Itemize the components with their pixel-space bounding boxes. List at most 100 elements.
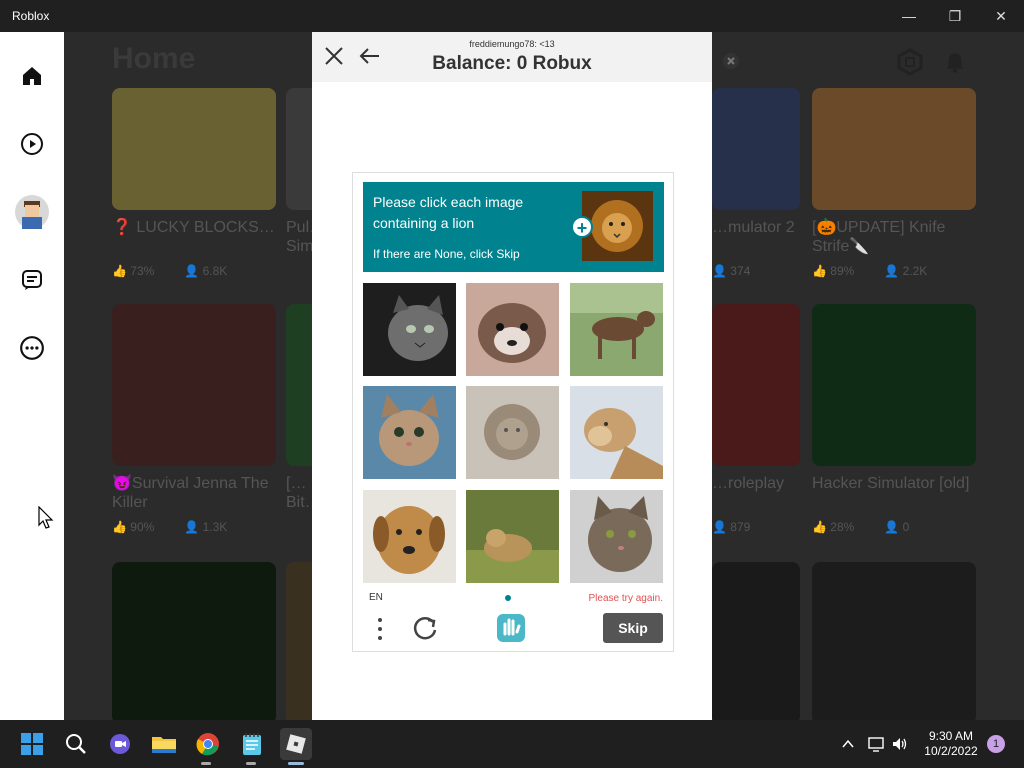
game-rating: 👍 28% [812,520,855,534]
robux-icon[interactable] [896,48,924,81]
game-card[interactable] [812,562,976,720]
captcha-tile-dog[interactable] [363,490,456,583]
close-button[interactable]: ✕ [978,0,1024,32]
chat-icon[interactable] [14,262,50,298]
game-thumbnail [112,562,276,720]
game-players: 👤 0 [884,520,910,534]
left-nav [0,32,64,720]
game-thumbnail [112,88,276,210]
add-icon[interactable]: + [571,216,593,238]
game-players: 👤 2.2K [884,264,928,278]
captcha-tile-lion-cub[interactable] [466,490,559,583]
game-rating: 👍 73% [112,264,155,278]
play-icon[interactable] [14,126,50,162]
captcha-tile-cat[interactable] [570,490,663,583]
running-indicator [201,762,211,765]
roblox-icon[interactable] [280,728,312,760]
game-card[interactable]: …mulator 2 👤 374 [712,88,800,278]
game-rating: 👍 89% [812,264,855,278]
game-players: 👤 879 [712,520,751,534]
game-title: Hacker Simulator [old] [812,475,970,492]
captcha-image-grid [363,283,664,583]
captcha-tile-puppy[interactable] [466,283,559,376]
game-title: [… Bit… [286,475,312,511]
volume-icon[interactable] [884,728,916,760]
clock[interactable]: 9:30 AM 10/2/2022 [918,729,984,759]
captcha-widget: Please click each image containing a lio… [352,172,674,652]
more-icon[interactable] [14,330,50,366]
game-thumbnail [712,304,800,466]
game-card[interactable]: …roleplay 👤 879 [712,304,800,534]
maximize-button[interactable]: ❐ [932,0,978,32]
game-card[interactable]: [… Bit… [286,304,312,512]
progress-dot [505,595,511,601]
avatar-icon[interactable] [14,194,50,230]
minimize-button[interactable]: — [886,0,932,32]
captcha-tile-kitten[interactable] [363,386,456,479]
game-card[interactable]: Hacker Simulator [old] 👍 28% 👤 0 [812,304,976,534]
game-title: [🎃UPDATE] Knife Strife🔪 [812,219,946,255]
running-indicator [246,762,256,765]
home-icon[interactable] [14,58,50,94]
game-thumbnail [286,304,312,466]
game-thumbnail [712,562,800,720]
game-title: …mulator 2 [712,219,795,236]
running-indicator [288,762,304,765]
hcaptcha-logo-icon [497,614,525,642]
clock-time: 9:30 AM [928,729,974,743]
purchase-modal: freddiemungo78: <13 Balance: 0 Robux Ple… [312,32,712,720]
search-icon[interactable] [60,728,92,760]
taskbar: 9:30 AM 10/2/2022 1 [0,720,1024,768]
chrome-icon[interactable] [192,728,224,760]
captcha-tile-dog[interactable] [570,283,663,376]
game-thumbnail [812,304,976,466]
mouse-cursor-icon [38,506,54,529]
notification-bell-icon[interactable] [942,48,968,79]
game-card[interactable]: [🎃UPDATE] Knife Strife🔪 👍 89% 👤 2.2K [812,88,976,278]
clock-date: 10/2/2022 [924,744,978,758]
captcha-prompt: Please click each image containing a lio… [373,194,524,231]
title-bar: Roblox — ❐ ✕ [0,0,1024,32]
game-card[interactable] [286,562,312,720]
username-label: freddiemungo78: <13 [469,39,555,49]
captcha-tile-lioness[interactable] [570,386,663,479]
game-title: 😈Survival Jenna The Killer [112,475,269,511]
game-thumbnail [812,88,976,210]
language-selector[interactable]: EN [369,592,383,603]
captcha-tile-lion[interactable] [466,386,559,479]
game-thumbnail [812,562,976,720]
game-thumbnail [286,88,312,210]
captcha-banner: Please click each image containing a lio… [363,182,664,272]
game-card[interactable]: 😈Survival Jenna The Killer 👍 90% 👤 1.3K [112,304,276,534]
game-thumbnail [112,304,276,466]
game-title: ❓ LUCKY BLOCKS… [112,219,275,236]
game-thumbnail [286,562,312,720]
file-explorer-icon[interactable] [148,728,180,760]
skip-button[interactable]: Skip [603,613,663,643]
game-rating: 👍 90% [112,520,155,534]
game-card[interactable] [712,562,800,720]
game-players: 👤 1.3K [184,520,228,534]
balance-label: Balance: 0 Robux [432,53,592,74]
game-card[interactable] [112,562,276,720]
page-title: Home [112,42,196,75]
game-card[interactable]: ❓ LUCKY BLOCKS… 👍 73% 👤 6.8K [112,88,276,278]
error-message: Please try again. [588,593,664,604]
game-title: Pul… Sim… [286,219,312,255]
captcha-instruction: If there are None, click Skip [373,247,520,261]
game-title: …roleplay [712,475,785,492]
teams-icon[interactable] [104,728,136,760]
game-thumbnail [712,88,800,210]
notification-badge[interactable]: 1 [987,735,1005,753]
menu-icon[interactable] [373,616,387,642]
clear-search-icon[interactable] [722,52,740,75]
modal-header: freddiemungo78: <13 Balance: 0 Robux [312,32,712,82]
notepad-icon[interactable] [236,728,268,760]
window-title: Roblox [12,9,50,23]
game-players: 👤 6.8K [184,264,228,278]
captcha-tile-cat[interactable] [363,283,456,376]
refresh-icon[interactable] [411,614,439,642]
game-players: 👤 374 [712,264,751,278]
game-card[interactable]: Pul… Sim… [286,88,312,256]
start-icon[interactable] [16,728,48,760]
